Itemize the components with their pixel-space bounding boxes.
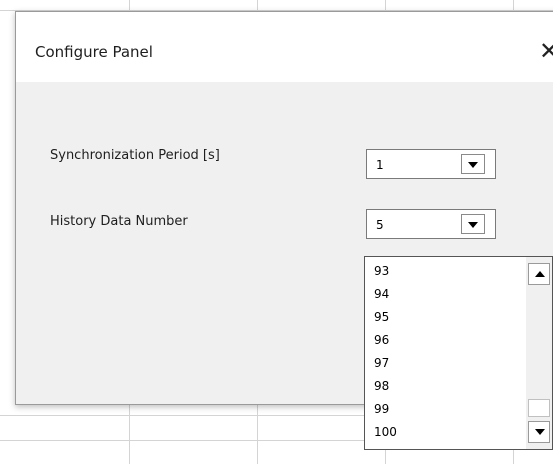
history-number-combobox[interactable]: 5: [366, 209, 496, 239]
dropdown-option[interactable]: 98: [374, 378, 389, 394]
close-icon[interactable]: ✕: [534, 34, 553, 68]
history-number-value: 5: [376, 218, 384, 232]
chevron-down-icon: [468, 222, 478, 228]
scroll-thumb[interactable]: [528, 399, 550, 417]
scroll-down-button[interactable]: [528, 421, 550, 443]
scroll-up-icon: [535, 271, 545, 277]
history-number-label: History Data Number: [50, 214, 188, 229]
dropdown-option[interactable]: 96: [374, 332, 389, 348]
sync-period-label: Synchronization Period [s]: [50, 148, 220, 163]
dropdown-scrollbar[interactable]: [526, 257, 552, 449]
sync-period-dropdown-button[interactable]: [461, 154, 485, 174]
dropdown-option[interactable]: 97: [374, 355, 389, 371]
history-number-dropdown-list[interactable]: 93 94 95 96 97 98 99 100: [364, 256, 553, 450]
dialog-titlebar: Configure Panel ✕: [16, 12, 553, 82]
scroll-down-icon: [535, 429, 545, 435]
sync-period-combobox[interactable]: 1: [366, 149, 496, 179]
dropdown-option[interactable]: 94: [374, 286, 389, 302]
dropdown-option[interactable]: 100: [374, 424, 397, 440]
dialog-title: Configure Panel: [35, 43, 153, 61]
chevron-down-icon: [468, 162, 478, 168]
scroll-up-button[interactable]: [528, 263, 550, 285]
history-number-dropdown-button[interactable]: [461, 214, 485, 234]
sync-period-value: 1: [376, 158, 384, 172]
dropdown-option[interactable]: 93: [374, 263, 389, 279]
dropdown-option[interactable]: 95: [374, 309, 389, 325]
dropdown-option[interactable]: 99: [374, 401, 389, 417]
